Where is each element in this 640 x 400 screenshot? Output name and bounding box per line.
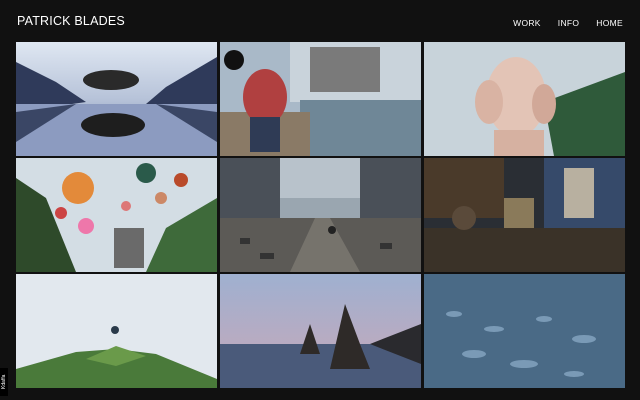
floating-rocks-image bbox=[16, 42, 217, 156]
site-header: PATRICK BLADES WORK INFO HOME bbox=[0, 0, 640, 42]
work-tile-multi-face[interactable] bbox=[424, 42, 625, 156]
multi-face-image bbox=[424, 42, 625, 156]
work-tile-green-hill[interactable] bbox=[16, 274, 217, 388]
work-tile-floating-rocks[interactable] bbox=[16, 42, 217, 156]
main-nav: WORK INFO HOME bbox=[496, 18, 623, 28]
crowd-machine-image bbox=[424, 158, 625, 272]
work-tile-sea-stacks[interactable] bbox=[220, 274, 421, 388]
work-tile-city-debris[interactable] bbox=[220, 158, 421, 272]
work-tile-couple-harbor[interactable] bbox=[220, 42, 421, 156]
water-ripples-image bbox=[424, 274, 625, 388]
balloons-image bbox=[16, 158, 217, 272]
green-hill-image bbox=[16, 274, 217, 388]
site-title[interactable]: PATRICK BLADES bbox=[17, 14, 125, 28]
nav-info-link[interactable]: INFO bbox=[558, 18, 580, 28]
work-tile-water-ripples[interactable] bbox=[424, 274, 625, 388]
nav-home-link[interactable]: HOME bbox=[596, 18, 623, 28]
nav-work-link[interactable]: WORK bbox=[513, 18, 541, 28]
couple-harbor-image bbox=[220, 42, 421, 156]
work-tile-balloons[interactable] bbox=[16, 158, 217, 272]
city-debris-image bbox=[220, 158, 421, 272]
work-tile-crowd-machine[interactable] bbox=[424, 158, 625, 272]
side-vertical-badge[interactable]: Kdaffa bbox=[0, 368, 8, 396]
sea-stacks-image bbox=[220, 274, 421, 388]
